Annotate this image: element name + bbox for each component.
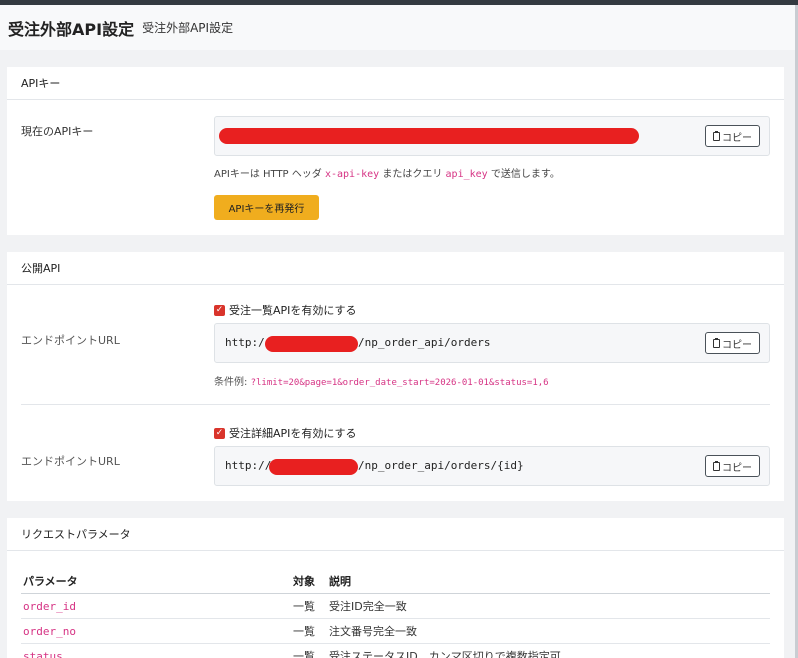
- list-url-suffix: /np_order_api/orders: [358, 336, 491, 349]
- detail-api-toggle-label: 受注詳細APIを有効にする: [229, 427, 357, 440]
- list-endpoint-label: エンドポイントURL: [21, 334, 120, 347]
- endpoint-divider: [21, 404, 770, 405]
- api-key-card-header: APIキー: [7, 67, 784, 100]
- clipboard-icon: [713, 460, 720, 471]
- redacted-api-key: [219, 128, 639, 144]
- redacted-host: [265, 336, 358, 352]
- param-name: status: [23, 649, 63, 658]
- detail-url-suffix: /np_order_api/orders/{id}: [358, 459, 524, 472]
- request-params-card: リクエストパラメータ パラメータ 対象 説明 order_id 一覧 受注ID完…: [7, 518, 784, 658]
- copy-label: コピー: [722, 339, 752, 351]
- list-api-toggle[interactable]: ✓ 受注一覧APIを有効にする: [214, 302, 357, 318]
- list-example: 条件例: ?limit=20&page=1&order_date_start=2…: [214, 377, 549, 388]
- current-key-label: 現在のAPIキー: [21, 125, 94, 138]
- copy-label: コピー: [722, 462, 752, 474]
- checkbox-checked-icon[interactable]: ✓: [214, 304, 225, 316]
- params-table: パラメータ 対象 説明 order_id 一覧 受注ID完全一致 order_n…: [21, 568, 770, 658]
- redacted-host: [269, 459, 358, 475]
- page-subtitle: 受注外部API設定: [142, 21, 234, 35]
- list-url-prefix: http:/: [225, 336, 265, 349]
- param-desc: 受注ステータスID、カンマ区切りで複数指定可: [329, 650, 561, 658]
- copy-detail-url-button[interactable]: コピー: [705, 455, 760, 477]
- reissue-api-key-button[interactable]: APIキーを再発行: [214, 195, 319, 220]
- example-query-code: ?limit=20&page=1&order_date_start=2026-0…: [250, 378, 549, 388]
- copy-list-url-button[interactable]: コピー: [705, 332, 760, 354]
- page-header: 受注外部API設定 受注外部API設定: [0, 5, 798, 50]
- param-desc: 注文番号完全一致: [329, 625, 417, 638]
- column-header: 説明: [329, 574, 351, 588]
- public-api-card-header: 公開API: [7, 252, 784, 285]
- detail-api-toggle[interactable]: ✓ 受注詳細APIを有効にする: [214, 425, 357, 441]
- table-row: order_id 一覧 受注ID完全一致: [21, 594, 770, 619]
- list-api-toggle-label: 受注一覧APIを有効にする: [229, 304, 357, 317]
- param-name: order_id: [23, 599, 76, 613]
- api-key-help-text: APIキーは HTTP ヘッダ x-api-key またはクエリ api_key…: [214, 169, 560, 180]
- checkbox-checked-icon[interactable]: ✓: [214, 427, 225, 439]
- table-row: status 一覧 受注ステータスID、カンマ区切りで複数指定可: [21, 644, 770, 658]
- api-key-card: APIキー 現在のAPIキー コピー APIキーは HTTP ヘッダ x-api…: [7, 67, 784, 235]
- param-desc: 受注ID完全一致: [329, 600, 407, 613]
- header-name-code: x-api-key: [324, 169, 380, 180]
- list-endpoint-box: http:/ /np_order_api/orders コピー: [214, 323, 770, 363]
- table-row: order_no 一覧 注文番号完全一致: [21, 619, 770, 644]
- table-header: パラメータ 対象 説明: [21, 568, 770, 594]
- clipboard-icon: [713, 337, 720, 348]
- column-header: 対象: [293, 574, 315, 588]
- detail-endpoint-box: http:// /np_order_api/orders/{id} コピー: [214, 446, 770, 486]
- param-target: 一覧: [293, 600, 315, 613]
- clipboard-icon: [713, 130, 720, 141]
- detail-endpoint-label: エンドポイントURL: [21, 455, 120, 468]
- param-name: order_no: [23, 624, 76, 638]
- public-api-card: 公開API ✓ 受注一覧APIを有効にする エンドポイントURL http:/ …: [7, 252, 784, 501]
- query-name-code: api_key: [445, 169, 488, 180]
- request-params-header: リクエストパラメータ: [7, 518, 784, 551]
- param-target: 一覧: [293, 625, 315, 638]
- detail-url-prefix: http://: [225, 459, 272, 472]
- copy-api-key-button[interactable]: コピー: [705, 125, 760, 147]
- column-header: パラメータ: [23, 574, 78, 588]
- param-target: 一覧: [293, 650, 315, 658]
- copy-label: コピー: [722, 132, 752, 144]
- api-key-box: コピー: [214, 116, 770, 156]
- page-title: 受注外部API設定: [8, 19, 135, 39]
